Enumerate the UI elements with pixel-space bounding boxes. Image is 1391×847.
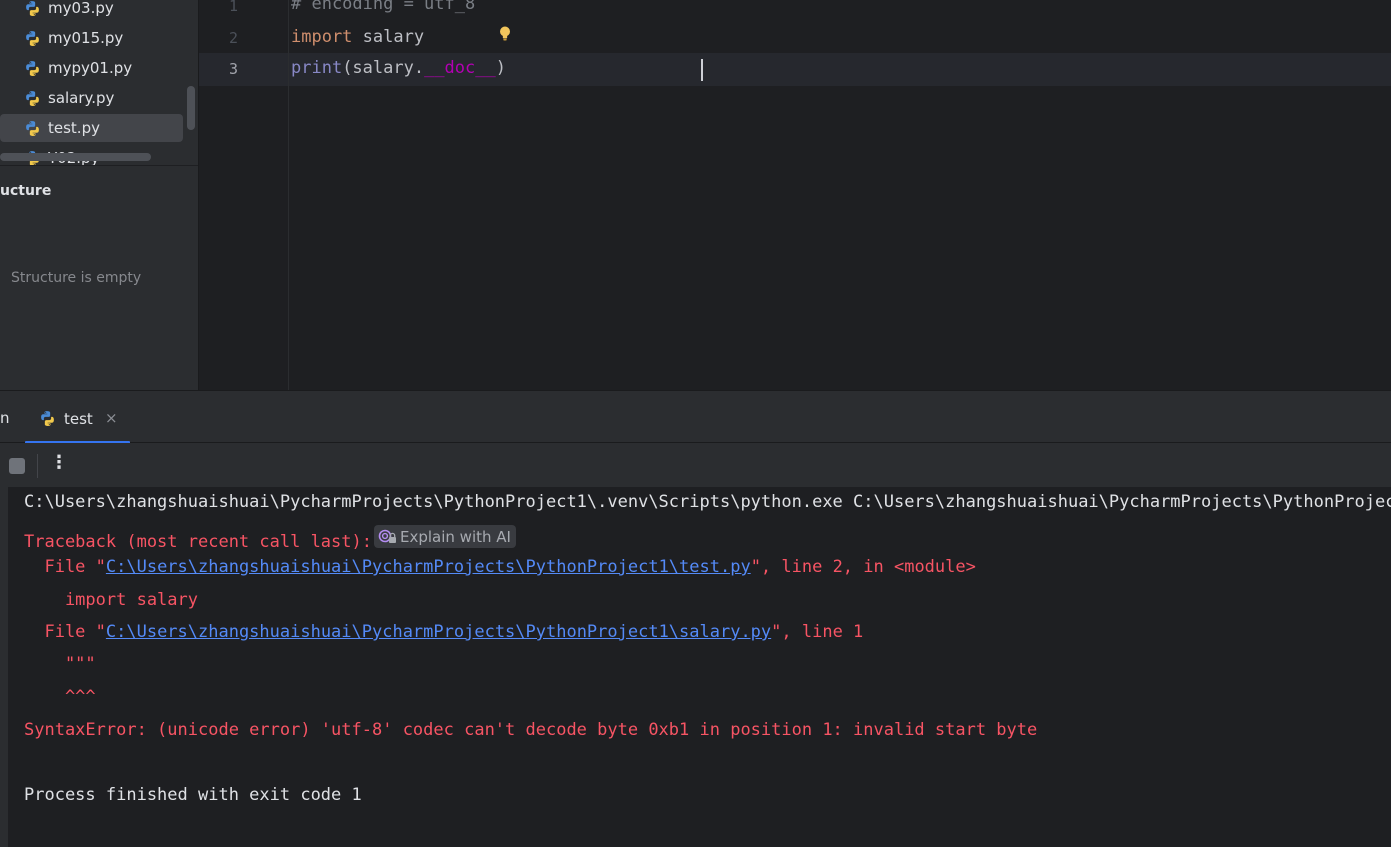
ai-assistant-icon [378,529,396,543]
line-number: 1 [228,0,238,15]
structure-empty-text: Structure is empty [11,270,142,286]
lightbulb-icon[interactable] [499,26,511,41]
file-name: test.py [48,119,100,137]
run-window-title: n [0,409,10,427]
structure-title: ucture [0,183,52,199]
file-name: salary.py [48,89,115,107]
console-output[interactable]: C:\Users\zhangshuaishuai\PycharmProjects… [24,487,1391,847]
tab-test[interactable]: test × [25,391,130,444]
console-gutter [0,487,8,847]
stop-button[interactable] [9,458,25,474]
line-number: 3 [228,60,238,78]
code-identifier: (salary. [342,58,425,78]
file-path-link[interactable]: C:\Users\zhangshuaishuai\PycharmProjects… [106,557,751,577]
console-caret-marker: ^^^ [24,687,96,707]
console-code-line: """ [24,654,96,674]
tab-label: test [64,410,93,428]
explain-with-ai-button[interactable]: Explain with AI [374,525,516,548]
project-pane: my03.py my015.py mypy01.py salary.py tes… [0,0,198,165]
console-traceback-line: Traceback (most recent call last): Explai… [24,525,516,552]
code-line-1[interactable]: # encoding = utf_8 [291,0,475,14]
file-name: mypy01.py [48,59,133,77]
file-item-my015[interactable]: my015.py [0,24,183,52]
structure-pane: ucture Structure is empty [0,165,198,390]
traceback-heading: Traceback (most recent call last): [24,532,372,552]
code-line-3[interactable]: print(salary.__doc__) [291,58,506,78]
frame-prefix: File " [24,557,106,577]
tree-vertical-scrollbar[interactable] [187,86,195,130]
frame-suffix: ", line 1 [771,622,864,642]
console-exit-message: Process finished with exit code 1 [24,785,362,805]
text-caret [701,59,703,81]
run-toolbar: ⋮ [0,443,1391,487]
code-keyword: import [291,27,353,47]
file-name: my015.py [48,29,124,47]
line-number: 2 [228,29,238,47]
console-code-line: import salary [24,590,198,610]
python-file-icon [26,30,39,46]
code-identifier: salary [352,27,425,47]
code-builtin: print [291,58,343,78]
python-run-icon [41,411,54,426]
python-file-icon [26,120,39,136]
explain-with-ai-label: Explain with AI [400,527,511,546]
file-item-test[interactable]: test.py [0,114,183,142]
gutter-divider [288,0,289,390]
code-line-2[interactable]: import salary [291,27,424,47]
toolbar-divider [37,454,38,478]
file-item-salary[interactable]: salary.py [0,84,183,112]
frame-prefix: File " [24,622,106,642]
code-magic-attr: __doc__ [424,58,496,78]
file-item-my03[interactable]: my03.py [0,0,183,22]
run-tool-window: n test × ⋮ C:\Users\zhangshuaishuai\Pych… [0,390,1391,847]
console-frame-line: File "C:\Users\zhangshuaishuai\PycharmPr… [24,622,863,642]
console-frame-line: File "C:\Users\zhangshuaishuai\PycharmPr… [24,557,976,577]
run-tab-bar: n test × [0,390,1391,444]
python-file-icon [26,0,39,16]
file-item-mypy01[interactable]: mypy01.py [0,54,183,82]
python-file-icon [26,60,39,76]
file-path-link[interactable]: C:\Users\zhangshuaishuai\PycharmProjects… [106,622,771,642]
code-comment: # encoding = utf_8 [291,0,476,14]
file-name: my03.py [48,0,114,17]
tree-horizontal-scrollbar[interactable] [0,153,151,161]
frame-suffix: ", line 2, in <module> [750,557,976,577]
console-error-message: SyntaxError: (unicode error) 'utf-8' cod… [24,720,1038,740]
more-options-button[interactable]: ⋮ [50,452,68,473]
console-command-line: C:\Users\zhangshuaishuai\PycharmProjects… [24,492,1391,512]
python-file-icon [26,90,39,106]
code-punct: ) [495,58,506,78]
close-icon[interactable]: × [105,409,118,427]
code-editor[interactable]: 1 2 3 # encoding = utf_8 import salary p… [199,0,1391,390]
